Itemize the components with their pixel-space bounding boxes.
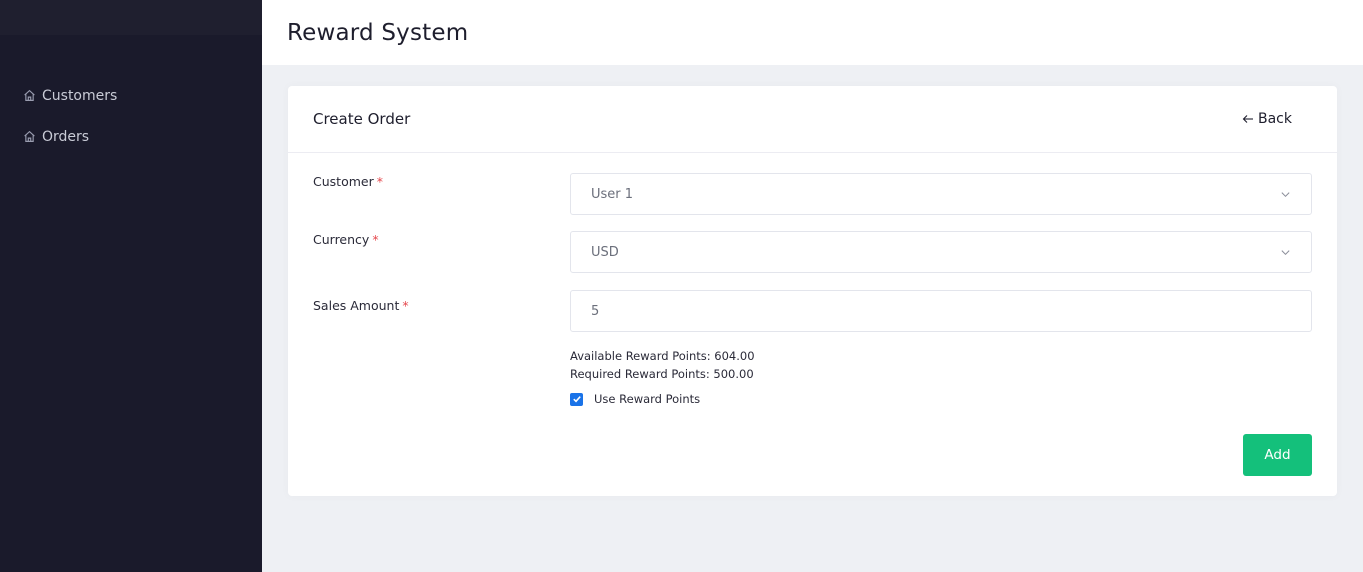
arrow-left-icon	[1242, 113, 1254, 125]
required-mark: *	[372, 232, 379, 247]
sidebar-item-label: Customers	[42, 87, 118, 104]
customer-label-text: Customer	[313, 174, 374, 189]
required-points-text: Required Reward Points: 500.00	[570, 367, 754, 381]
currency-label: Currency *	[313, 232, 379, 247]
sales-amount-label: Sales Amount *	[313, 298, 409, 313]
currency-select[interactable]: USD	[570, 231, 1312, 273]
customer-select[interactable]: User 1	[570, 173, 1312, 215]
sidebar-item-label: Orders	[42, 128, 90, 145]
home-icon	[23, 130, 36, 143]
currency-select-value: USD	[591, 244, 619, 260]
currency-label-text: Currency	[313, 232, 370, 247]
create-order-card: Create Order Back Customer * User 1 Curre…	[288, 86, 1337, 496]
required-mark: *	[402, 298, 409, 313]
reward-points-info: Available Reward Points: 604.00 Required…	[570, 347, 755, 383]
chevron-down-icon	[1280, 189, 1291, 200]
back-label: Back	[1258, 111, 1292, 127]
sidebar-item-customers[interactable]: Customers	[0, 75, 262, 116]
card-title: Create Order	[313, 110, 411, 128]
topbar: Reward System	[262, 0, 1363, 65]
app: Customers Orders Reward System Create Or…	[0, 0, 1363, 572]
customer-label: Customer *	[313, 174, 383, 189]
customer-select-value: User 1	[591, 186, 634, 202]
sidebar-nav: Customers Orders	[0, 35, 262, 157]
home-icon	[23, 89, 36, 102]
chevron-down-icon	[1280, 247, 1291, 258]
sidebar-brand	[0, 0, 262, 35]
add-button[interactable]: Add	[1243, 434, 1312, 476]
sales-amount-value: 5	[591, 303, 600, 319]
page-title: Reward System	[287, 19, 469, 46]
card-header: Create Order Back	[288, 86, 1337, 153]
sales-amount-label-text: Sales Amount	[313, 298, 400, 313]
available-points-text: Available Reward Points: 604.00	[570, 349, 755, 363]
sidebar: Customers Orders	[0, 0, 262, 572]
use-reward-points-row: Use Reward Points	[570, 392, 700, 406]
use-reward-points-checkbox[interactable]	[570, 392, 583, 406]
required-mark: *	[376, 174, 383, 189]
sales-amount-input[interactable]: 5	[570, 290, 1312, 332]
sidebar-item-orders[interactable]: Orders	[0, 116, 262, 157]
use-reward-points-label[interactable]: Use Reward Points	[594, 392, 700, 406]
back-link[interactable]: Back	[1242, 111, 1292, 127]
